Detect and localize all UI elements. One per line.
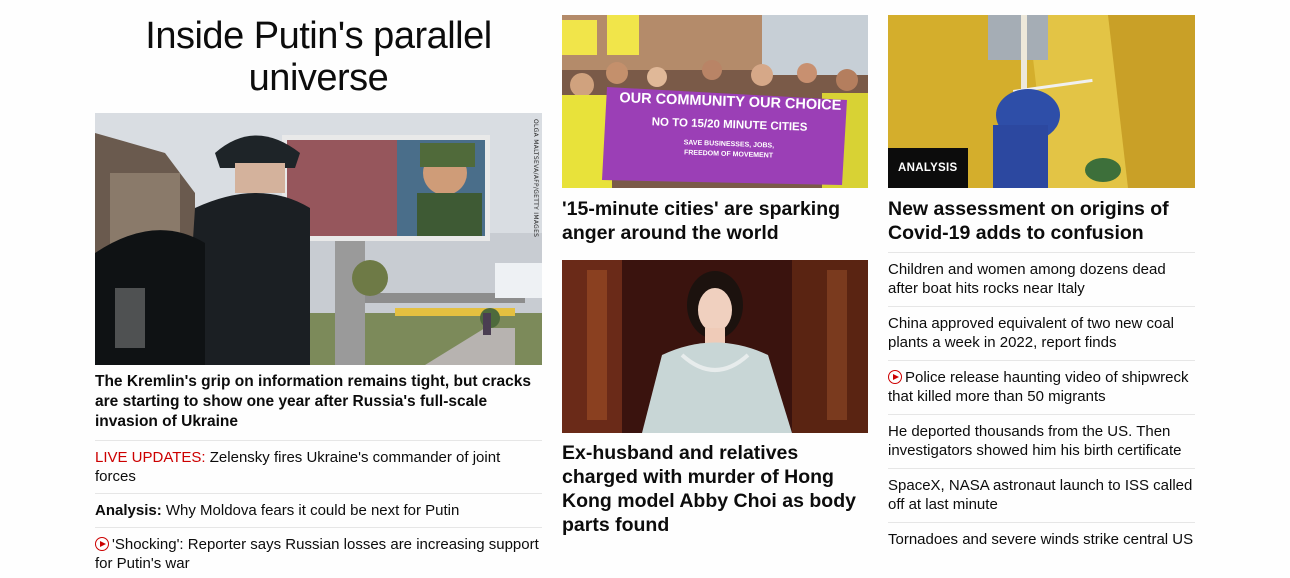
headline-list: Children and women among dozens dead aft… [888,252,1195,557]
list-item-text: 'Shocking': Reporter says Russian losses… [95,536,539,572]
lead-image[interactable]: OLGA MALTSEVA/AFP/GETTY IMAGES [95,113,542,365]
middle-column: OUR COMMUNITY OUR CHOICE NO TO 15/20 MIN… [562,0,868,537]
card-headline[interactable]: '15-minute cities' are sparking anger ar… [562,197,868,245]
card-headline[interactable]: Ex-husband and relatives charged with mu… [562,441,868,537]
model-image[interactable] [562,260,868,433]
lead-headline[interactable]: The Kremlin's grip on information remain… [95,372,542,441]
play-icon [95,537,109,551]
lead-photo [95,113,542,365]
protest-image[interactable]: OUR COMMUNITY OUR CHOICE NO TO 15/20 MIN… [562,15,868,188]
photo-credit: OLGA MALTSEVA/AFP/GETTY IMAGES [532,119,539,238]
live-updates-label: LIVE UPDATES: [95,449,206,466]
analysis-label: Analysis: [95,502,162,519]
list-item[interactable]: 'Shocking': Reporter says Russian losses… [95,528,542,578]
list-item[interactable]: LIVE UPDATES: Zelensky fires Ukraine's c… [95,441,542,494]
model-photo [562,260,868,433]
list-item[interactable]: Children and women among dozens dead aft… [888,253,1195,307]
play-icon [888,370,902,384]
lead-story: Inside Putin's parallel universe OLGA MA… [95,0,542,578]
analysis-badge: ANALYSIS [888,148,968,188]
list-item[interactable]: SpaceX, NASA astronaut launch to ISS cal… [888,469,1195,523]
covid-image[interactable]: ANALYSIS [888,15,1195,188]
list-item[interactable]: Analysis: Why Moldova fears it could be … [95,494,542,528]
right-column: ANALYSIS New assessment on origins of Co… [888,0,1195,557]
list-item[interactable]: Police release haunting video of shipwre… [888,361,1195,415]
list-item-text: Why Moldova fears it could be next for P… [161,502,460,519]
card-headline[interactable]: New assessment on origins of Covid-19 ad… [888,197,1195,245]
lead-section-title[interactable]: Inside Putin's parallel universe [95,15,542,99]
list-item[interactable]: China approved equivalent of two new coa… [888,307,1195,361]
list-item-text: Police release haunting video of shipwre… [888,369,1189,405]
list-item[interactable]: Tornadoes and severe winds strike centra… [888,523,1195,557]
list-item[interactable]: He deported thousands from the US. Then … [888,415,1195,469]
banner-text: OUR COMMUNITY OUR CHOICE NO TO 15/20 MIN… [619,90,842,160]
